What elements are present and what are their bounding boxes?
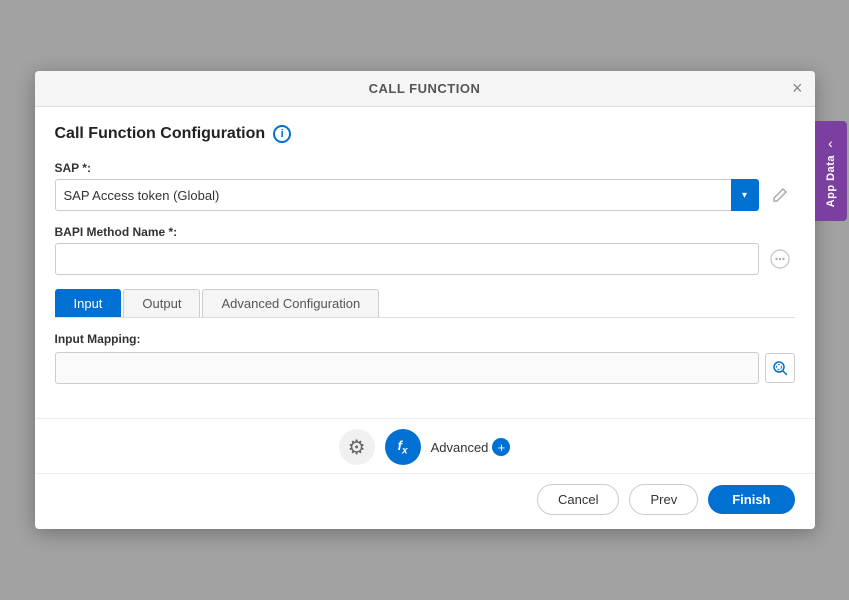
bapi-field-row bbox=[55, 243, 795, 275]
tabs-row: Input Output Advanced Configuration bbox=[55, 289, 795, 318]
fx-button[interactable]: fx bbox=[385, 429, 421, 465]
prev-button[interactable]: Prev bbox=[629, 484, 698, 515]
finish-button[interactable]: Finish bbox=[708, 485, 794, 514]
config-title-row: Call Function Configuration i bbox=[55, 125, 795, 143]
app-data-side-tab[interactable]: ‹ App Data bbox=[815, 121, 847, 221]
gear-button[interactable]: ⚙ bbox=[339, 429, 375, 465]
info-icon[interactable]: i bbox=[273, 125, 291, 143]
side-tab-arrow-icon: ‹ bbox=[828, 135, 833, 151]
cancel-button[interactable]: Cancel bbox=[537, 484, 619, 515]
bapi-label: BAPI Method Name *: bbox=[55, 225, 795, 239]
modal-overlay: CALL FUNCTION × Call Function Configurat… bbox=[0, 0, 849, 600]
bapi-options-button[interactable] bbox=[765, 244, 795, 274]
mapping-search-button[interactable] bbox=[765, 353, 795, 383]
modal-title: CALL FUNCTION bbox=[369, 81, 481, 96]
sap-edit-button[interactable] bbox=[765, 180, 795, 210]
advanced-label: Advanced bbox=[431, 440, 489, 455]
modal-header: CALL FUNCTION × bbox=[35, 71, 815, 107]
tab-input[interactable]: Input bbox=[55, 289, 122, 317]
modal-footer-toolbar: ⚙ fx Advanced + bbox=[35, 418, 815, 473]
input-mapping-label: Input Mapping: bbox=[55, 332, 795, 346]
tab-output[interactable]: Output bbox=[123, 289, 200, 317]
mapping-input[interactable] bbox=[55, 352, 759, 384]
close-button[interactable]: × bbox=[792, 79, 803, 97]
add-icon: + bbox=[492, 438, 510, 456]
mapping-row bbox=[55, 352, 795, 384]
bapi-field-group: BAPI Method Name *: bbox=[55, 225, 795, 275]
sap-field-row: SAP Access token (Global) ▾ bbox=[55, 179, 795, 211]
config-title: Call Function Configuration bbox=[55, 125, 266, 143]
modal-footer-buttons: Cancel Prev Finish bbox=[35, 473, 815, 529]
gear-icon: ⚙ bbox=[348, 435, 366, 460]
sap-select[interactable]: SAP Access token (Global) bbox=[55, 179, 759, 211]
sap-label: SAP *: bbox=[55, 161, 795, 175]
advanced-toolbar-item[interactable]: Advanced + bbox=[431, 438, 511, 456]
modal-body: Call Function Configuration i SAP *: SAP… bbox=[35, 107, 815, 408]
input-mapping-group: Input Mapping: bbox=[55, 332, 795, 384]
tab-advanced-configuration[interactable]: Advanced Configuration bbox=[202, 289, 379, 317]
modal-container: CALL FUNCTION × Call Function Configurat… bbox=[35, 71, 815, 529]
fx-icon: fx bbox=[398, 438, 408, 457]
side-tab-label: App Data bbox=[825, 155, 837, 207]
sap-select-wrapper: SAP Access token (Global) ▾ bbox=[55, 179, 759, 211]
sap-field-group: SAP *: SAP Access token (Global) ▾ bbox=[55, 161, 795, 211]
bapi-input[interactable] bbox=[55, 243, 759, 275]
